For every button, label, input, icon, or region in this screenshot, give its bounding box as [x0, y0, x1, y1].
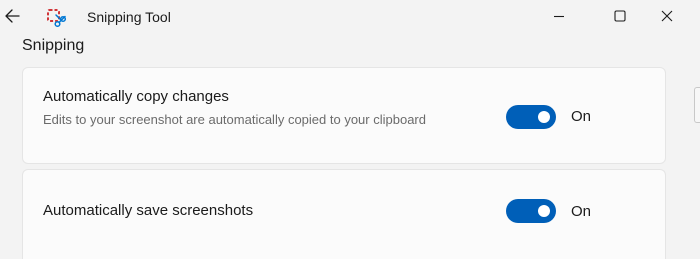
- minimize-button[interactable]: [548, 5, 570, 27]
- setting-title: Automatically save screenshots: [43, 202, 254, 219]
- arrow-left-icon: [5, 9, 20, 23]
- close-icon: [661, 10, 673, 22]
- toggle-knob: [538, 111, 550, 123]
- section-title: Snipping: [22, 37, 85, 54]
- title-bar: Snipping Tool: [0, 0, 700, 34]
- back-button[interactable]: [2, 5, 24, 27]
- snipping-tool-icon: [45, 7, 67, 29]
- setting-description: Edits to your screenshot are automatical…: [43, 112, 426, 127]
- scrollbar[interactable]: [694, 87, 700, 123]
- toggle-state-label: On: [571, 203, 592, 220]
- close-button[interactable]: [656, 5, 678, 27]
- auto-copy-toggle[interactable]: [506, 105, 556, 129]
- setting-title: Automatically copy changes: [43, 88, 229, 105]
- app-title: Snipping Tool: [87, 9, 171, 25]
- setting-card-auto-save: Automatically save screenshots On: [22, 169, 666, 259]
- setting-card-auto-copy: Automatically copy changes Edits to your…: [22, 67, 666, 164]
- auto-save-toggle[interactable]: [506, 199, 556, 223]
- maximize-button[interactable]: [609, 5, 631, 27]
- maximize-icon: [614, 10, 626, 22]
- toggle-state-label: On: [571, 108, 592, 125]
- toggle-knob: [538, 205, 550, 217]
- minimize-icon: [554, 15, 564, 18]
